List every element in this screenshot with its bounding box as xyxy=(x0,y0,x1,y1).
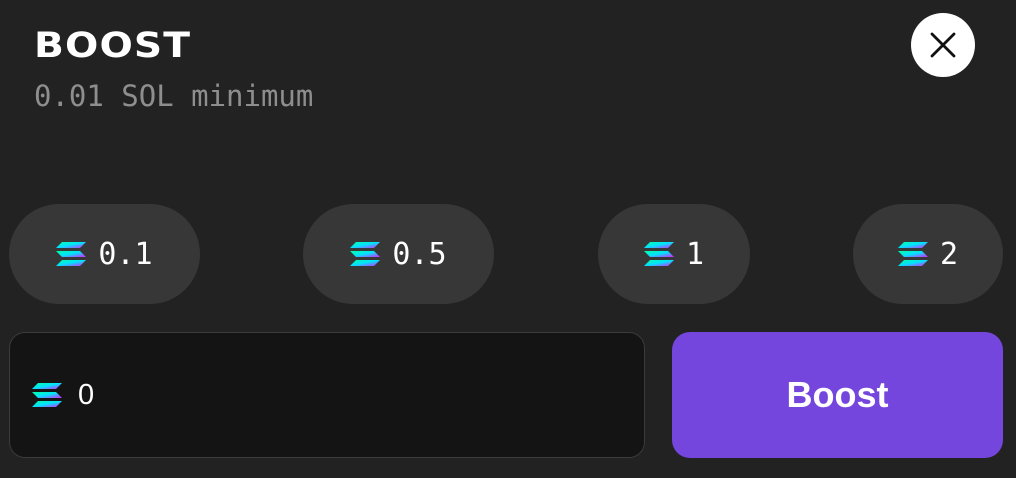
amount-input[interactable] xyxy=(78,378,598,412)
minimum-amount-text: 0.01 SOL minimum xyxy=(34,79,314,113)
amount-field[interactable] xyxy=(9,332,645,458)
close-icon xyxy=(930,32,956,58)
preset-button-1[interactable]: 1 xyxy=(598,204,750,304)
preset-label: 2 xyxy=(939,236,959,272)
solana-icon xyxy=(643,241,674,267)
dialog-title: BOOST xyxy=(34,26,192,66)
solana-icon xyxy=(350,241,381,267)
close-button[interactable] xyxy=(911,13,975,77)
preset-label: 0.1 xyxy=(98,236,153,272)
solana-icon xyxy=(897,241,928,267)
preset-button-0-1[interactable]: 0.1 xyxy=(9,204,200,304)
boost-button[interactable]: Boost xyxy=(672,332,1003,458)
preset-label: 1 xyxy=(685,236,705,272)
preset-button-2[interactable]: 2 xyxy=(853,204,1003,304)
preset-label: 0.5 xyxy=(392,236,447,272)
solana-icon xyxy=(56,241,87,267)
preset-button-0-5[interactable]: 0.5 xyxy=(303,204,494,304)
solana-icon xyxy=(32,382,62,408)
